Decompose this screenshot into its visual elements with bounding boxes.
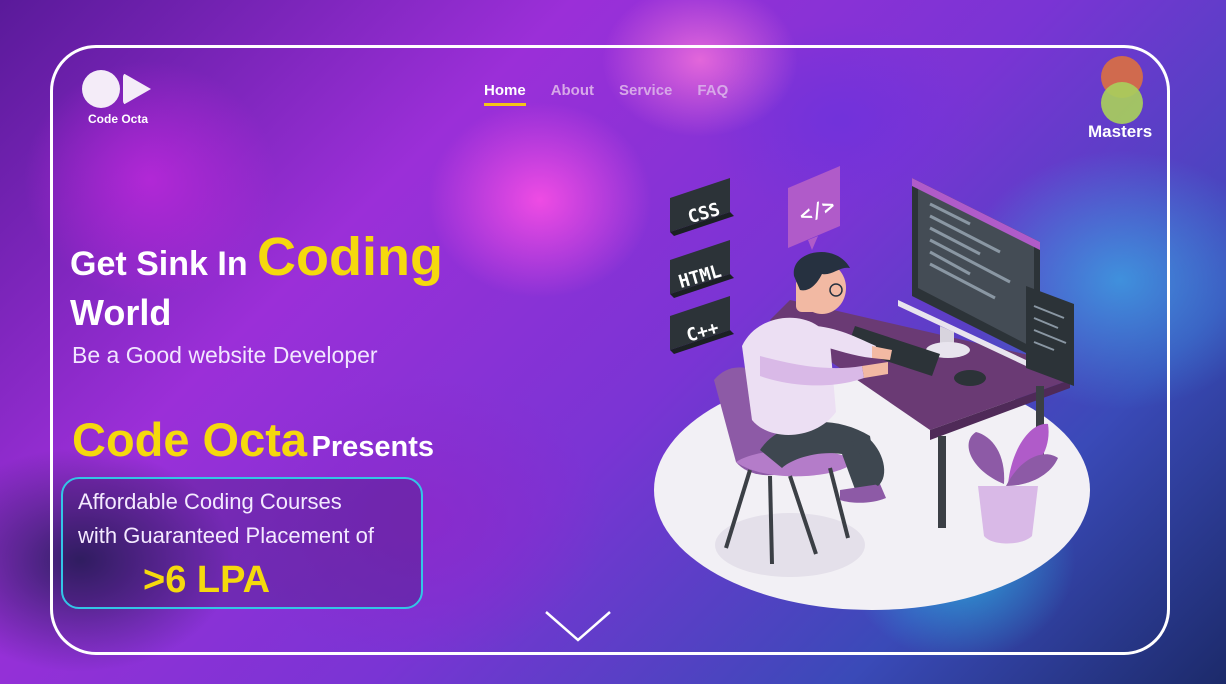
headline-prefix: Get Sink In [70, 245, 248, 283]
nav-service[interactable]: Service [619, 82, 672, 106]
logo-text: Code Octa [88, 112, 149, 126]
cpp-tag: C++ [670, 296, 734, 354]
developer-illustration: CSS HTML C++ </> [654, 166, 1090, 610]
css-tag: CSS [670, 178, 734, 236]
nav-about[interactable]: About [551, 82, 594, 106]
headline-line-1: Get Sink In Coding [70, 222, 510, 299]
html-tag: HTML [670, 240, 734, 298]
main-nav: Home About Service FAQ [484, 82, 728, 106]
hero-subline: Be a Good website Developer [72, 342, 378, 368]
headline-accent: Coding [257, 227, 443, 287]
nav-faq[interactable]: FAQ [697, 82, 728, 106]
chevron-down-icon[interactable] [543, 606, 613, 646]
landing-page: Code Octa Home About Service FAQ Masters… [0, 0, 1226, 684]
code-bubble: </> [788, 166, 840, 250]
mouse [954, 370, 986, 386]
masters-label: Masters [1088, 122, 1153, 141]
masters-circle-bottom-icon [1101, 82, 1143, 124]
masters-badge[interactable]: Masters [1086, 56, 1160, 146]
play-icon [123, 73, 151, 105]
offer-card: Affordable Coding Courses with Guarantee… [61, 477, 423, 609]
offer-line-2: with Guaranteed Placement of [78, 523, 374, 548]
logo-circle-icon [82, 70, 120, 108]
nav-home[interactable]: Home [484, 82, 526, 106]
presents-brand: Code Octa [72, 413, 308, 466]
desk-leg-front [938, 436, 946, 528]
presents-line: Code Octa Presents [72, 412, 434, 467]
presents-word: Presents [311, 431, 435, 463]
hero-headline: Get Sink In Coding World [70, 222, 510, 335]
offer-highlight: >6 LPA [143, 559, 271, 601]
offer-line-1: Affordable Coding Courses [78, 489, 342, 514]
